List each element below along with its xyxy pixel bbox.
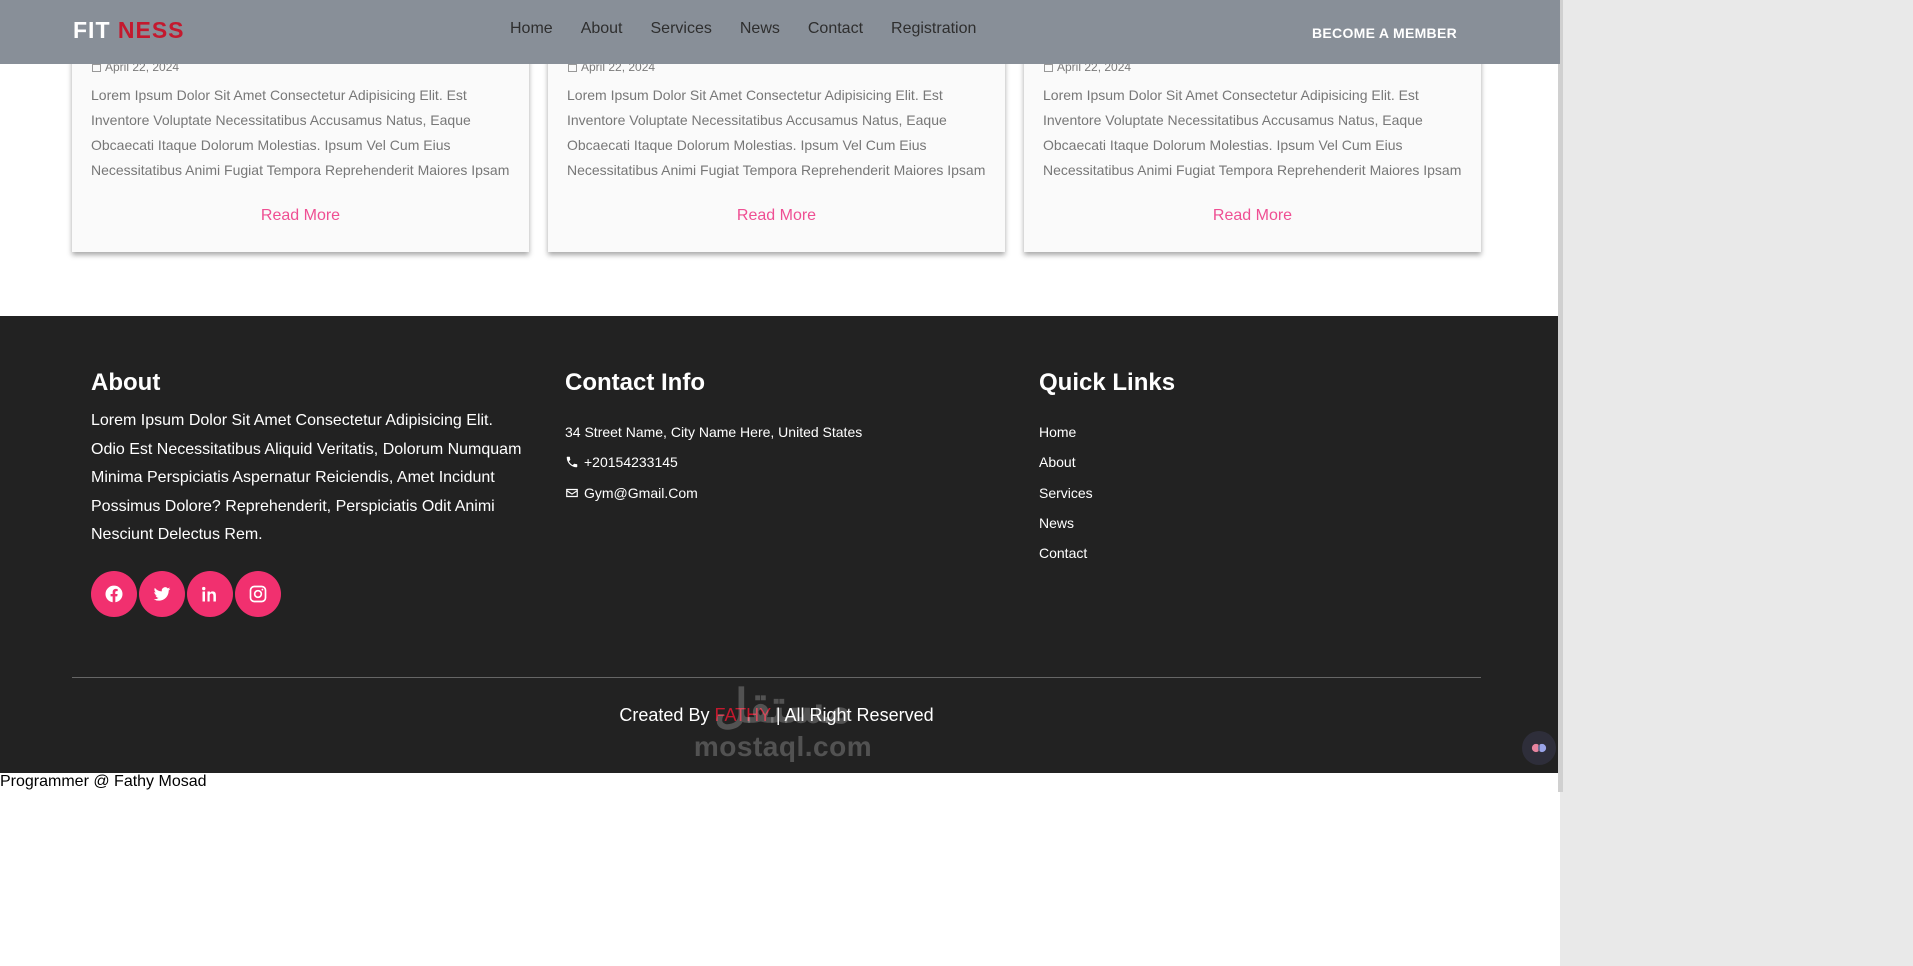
copyright-suffix: | All Right Reserved — [775, 705, 934, 725]
footer-link-news[interactable]: News — [1039, 515, 1074, 531]
logo-fit: FIT — [73, 17, 111, 43]
copyright: Created By FATHY | All Right Reserved — [0, 705, 1553, 726]
footer-link-contact[interactable]: Contact — [1039, 545, 1087, 561]
nav-services[interactable]: Services — [651, 20, 712, 38]
phone-icon — [566, 457, 578, 468]
footer-about-title: About — [91, 369, 161, 396]
footer-link-home[interactable]: Home — [1039, 424, 1076, 440]
become-member-button[interactable]: BECOME A MEMBER — [1312, 25, 1457, 41]
footer-contact-title: Contact Info — [565, 369, 705, 396]
instagram-button[interactable] — [235, 570, 281, 617]
contact-list: 34 Street Name, City Name Here, United S… — [565, 417, 985, 508]
nav-contact[interactable]: Contact — [808, 20, 863, 38]
nav-registration[interactable]: Registration — [891, 20, 976, 38]
nav-home[interactable]: Home — [510, 20, 553, 38]
address-text: 34 Street Name, City Name Here, United S… — [565, 424, 863, 441]
footer-link-about[interactable]: About — [1039, 454, 1076, 470]
contact-address: 34 Street Name, City Name Here, United S… — [565, 417, 985, 447]
list-item: News — [1039, 508, 1339, 538]
phone-text: +20154233145 — [584, 454, 678, 471]
site-header: FIT NESS Home About Services News Contac… — [0, 0, 1560, 64]
facebook-button[interactable] — [91, 570, 137, 617]
site-footer: About Lorem Ipsum Dolor Sit Amet Consect… — [0, 316, 1560, 773]
quick-links-list: Home About Services News Contact — [1039, 417, 1339, 568]
instagram-icon — [249, 585, 267, 602]
read-more-link[interactable]: Read More — [548, 207, 1005, 225]
main-nav: Home About Services News Contact Registr… — [510, 20, 976, 38]
logo[interactable]: FIT NESS — [73, 17, 185, 44]
nav-about[interactable]: About — [581, 20, 623, 38]
linkedin-button[interactable] — [187, 570, 233, 617]
social-links — [91, 570, 531, 617]
page-scrollbar[interactable] — [1558, 0, 1563, 792]
contact-email: Gym@Gmail.Com — [565, 478, 985, 508]
nav-news[interactable]: News — [740, 20, 780, 38]
linkedin-icon — [202, 586, 216, 601]
contact-phone: +20154233145 — [565, 447, 985, 477]
footer-links-title: Quick Links — [1039, 369, 1176, 396]
list-item: Services — [1039, 478, 1339, 508]
footer-about-text: Lorem Ipsum Dolor Sit Amet Consectetur A… — [91, 412, 522, 543]
twitter-button[interactable] — [139, 570, 185, 617]
read-more-link[interactable]: Read More — [1024, 207, 1481, 225]
logo-ness: NESS — [117, 17, 185, 43]
bottom-caption: Programmer @ Fathy Mosad — [0, 773, 1560, 791]
copyright-prefix: Created By — [619, 705, 710, 725]
twitter-icon — [153, 586, 171, 601]
list-item: About — [1039, 447, 1339, 477]
footer-link-services[interactable]: Services — [1039, 485, 1093, 501]
assistant-button[interactable] — [1522, 731, 1556, 765]
email-text: Gym@Gmail.Com — [584, 484, 698, 501]
list-item: Contact — [1039, 538, 1339, 568]
facebook-icon — [105, 585, 123, 602]
page: FIT NESS Home About Services News Contac… — [0, 0, 1560, 966]
footer-contact: Contact Info 34 Street Name, City Name H… — [565, 369, 985, 508]
card-text: Lorem Ipsum Dolor Sit Amet Consectetur A… — [567, 87, 986, 178]
footer-divider — [72, 677, 1481, 678]
card-text: Lorem Ipsum Dolor Sit Amet Consectetur A… — [91, 87, 510, 178]
envelope-icon — [566, 488, 578, 497]
read-more-link[interactable]: Read More — [72, 207, 529, 225]
card-text: Lorem Ipsum Dolor Sit Amet Consectetur A… — [1043, 87, 1462, 178]
brain-icon — [1531, 743, 1547, 753]
copyright-author: FATHY — [714, 705, 771, 725]
footer-quick-links: Quick Links Home About Services News Con… — [1039, 369, 1339, 568]
footer-about: About Lorem Ipsum Dolor Sit Amet Consect… — [91, 369, 531, 617]
list-item: Home — [1039, 417, 1339, 447]
